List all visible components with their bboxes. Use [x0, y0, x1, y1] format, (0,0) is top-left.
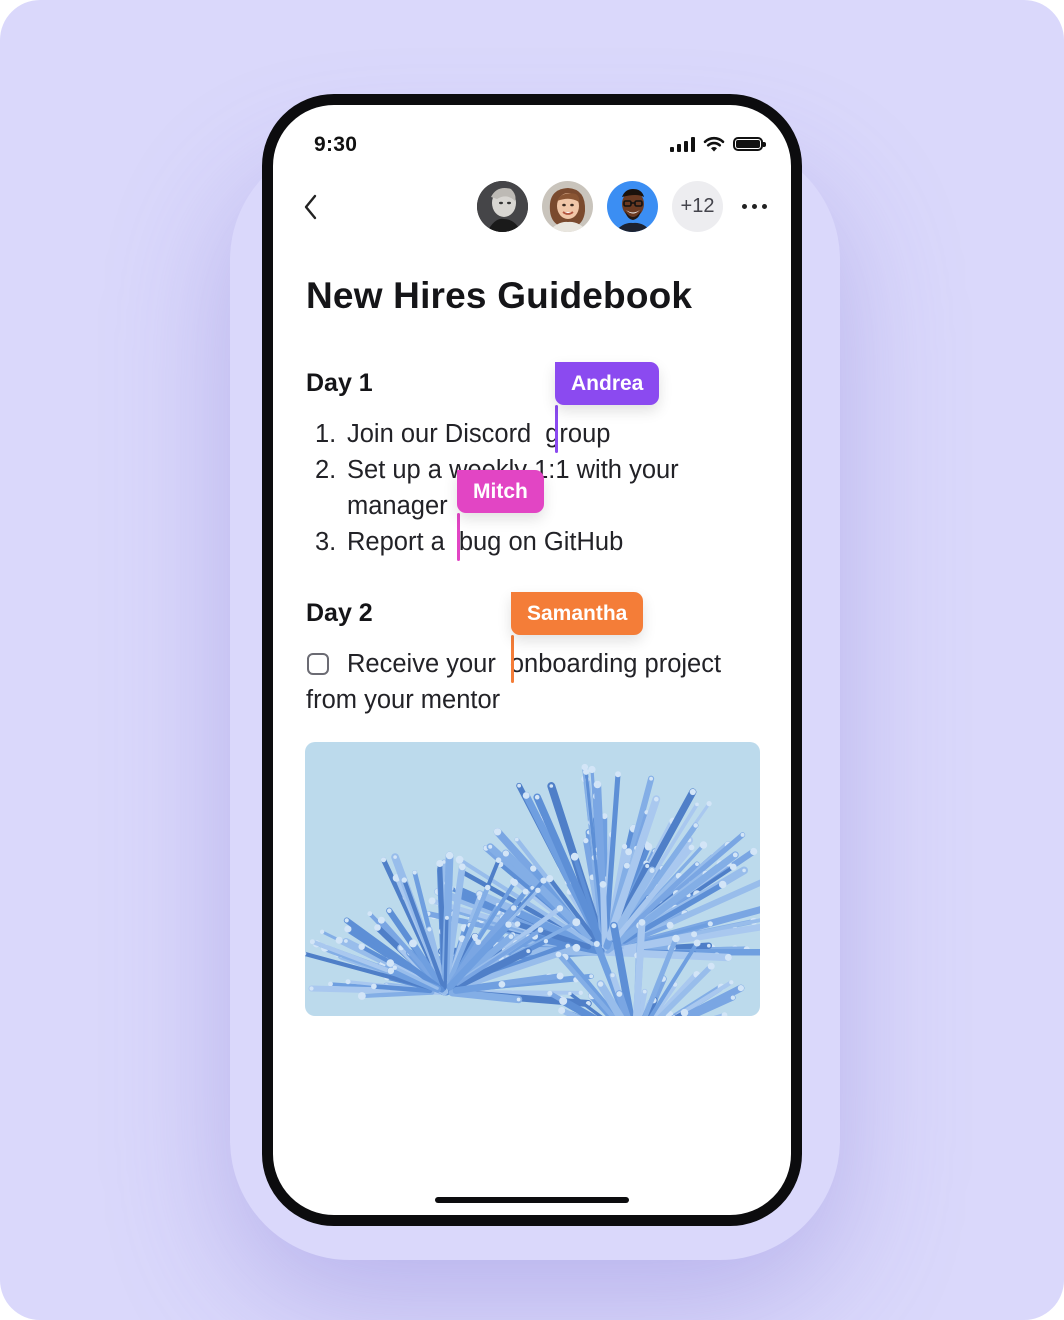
andrea-cursor — [555, 405, 558, 453]
page-title[interactable]: New Hires Guidebook — [306, 275, 692, 317]
samantha-cursor-tag: Samantha — [511, 592, 644, 635]
list-item[interactable]: 3. Report a bug on GitHub — [315, 524, 623, 560]
mitch-cursor-tag: Mitch — [457, 470, 544, 513]
day1-heading[interactable]: Day 1 — [306, 369, 373, 398]
status-time: 9:30 — [314, 133, 358, 156]
samantha-cursor — [511, 635, 514, 683]
phone-screen: 9:30 +12 New Hires Guidebook Day 1 1. Jo… — [262, 94, 802, 1226]
status-icons — [670, 135, 766, 153]
abstract-sculpture-image — [305, 763, 760, 1016]
task-text[interactable]: Receive your onboarding project — [347, 646, 721, 682]
back-button[interactable] — [293, 185, 333, 229]
avatar[interactable] — [477, 181, 528, 232]
day2-heading[interactable]: Day 2 — [306, 599, 373, 628]
task-text-continuation[interactable]: from your mentor — [306, 682, 500, 718]
more-options-button[interactable] — [736, 191, 772, 221]
list-item[interactable]: 1. Join our Discord group — [315, 416, 610, 452]
avatar[interactable] — [607, 181, 658, 232]
signal-icon — [670, 136, 695, 152]
home-indicator — [435, 1197, 629, 1203]
avatar[interactable] — [542, 181, 593, 232]
wifi-icon — [703, 136, 725, 152]
task-checkbox[interactable] — [307, 653, 329, 675]
chevron-left-icon — [304, 194, 317, 220]
embedded-image[interactable] — [305, 742, 760, 1016]
battery-icon — [733, 137, 766, 151]
mitch-cursor — [457, 513, 460, 561]
more-collaborators-badge[interactable]: +12 — [672, 181, 723, 232]
andrea-cursor-tag: Andrea — [555, 362, 660, 405]
collaborator-avatars: +12 — [477, 181, 723, 232]
background-canvas: 9:30 +12 New Hires Guidebook Day 1 1. Jo… — [0, 0, 1064, 1320]
ellipsis-icon — [741, 203, 747, 209]
list-item-continuation[interactable]: manager — [347, 488, 448, 524]
